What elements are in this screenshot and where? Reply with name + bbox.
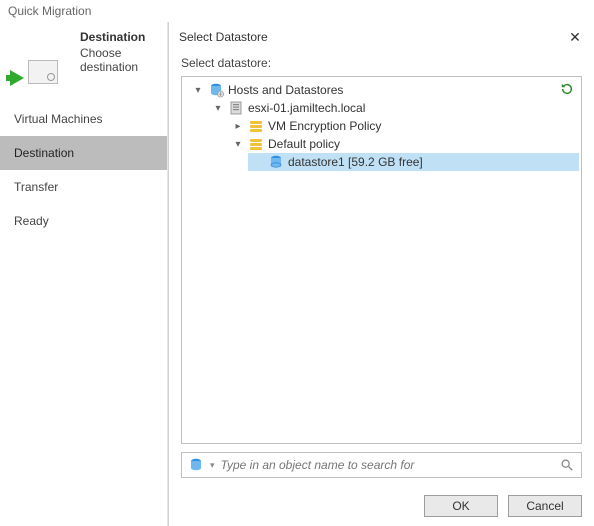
chevron-down-icon[interactable]: ▾ xyxy=(232,138,244,150)
dialog-content: Select datastore: ▾ Hosts and xyxy=(169,52,594,486)
destination-header: Destination Choose destination xyxy=(0,22,167,102)
tree-label: datastore1 [59.2 GB free] xyxy=(288,155,423,169)
tree-container: ▾ Hosts and Datastores ▾ xyxy=(181,76,582,444)
cancel-button[interactable]: Cancel xyxy=(508,495,582,517)
close-icon[interactable]: ✕ xyxy=(566,28,584,46)
tree-node-hosts-and-datastores[interactable]: ▾ Hosts and Datastores xyxy=(188,81,579,99)
policy-icon xyxy=(248,136,264,152)
search-bar: ▾ xyxy=(181,452,582,478)
search-input[interactable] xyxy=(221,458,553,472)
tree-node-host[interactable]: ▾ esxi-01.jamiltech.local xyxy=(208,99,579,117)
policy-icon xyxy=(248,118,264,134)
dialog-title-text: Select Datastore xyxy=(179,30,268,44)
datastore-tree: ▾ Hosts and Datastores ▾ xyxy=(184,81,579,171)
migration-icon xyxy=(14,56,64,88)
chevron-down-icon[interactable]: ▾ xyxy=(210,460,215,471)
step-virtual-machines[interactable]: Virtual Machines xyxy=(0,102,167,136)
host-icon xyxy=(228,100,244,116)
tree-label: Hosts and Datastores xyxy=(228,83,343,97)
wizard-title: Quick Migration xyxy=(0,0,594,22)
dialog-titlebar: Select Datastore ✕ xyxy=(169,22,594,52)
wizard-left-pane: Destination Choose destination Virtual M… xyxy=(0,22,168,526)
tree-label: VM Encryption Policy xyxy=(268,119,381,133)
destination-desc: Choose destination xyxy=(80,46,157,74)
tree-node-datastore1[interactable]: ▸ datastore1 [59.2 GB free] xyxy=(248,153,579,171)
dialog-buttons: OK Cancel xyxy=(169,486,594,526)
datastore-icon xyxy=(268,154,284,170)
refresh-icon[interactable] xyxy=(559,81,575,97)
destination-title: Destination xyxy=(80,30,157,44)
step-ready[interactable]: Ready xyxy=(0,204,167,238)
ok-button[interactable]: OK xyxy=(424,495,498,517)
chevron-right-icon[interactable]: ▸ xyxy=(232,120,244,132)
wizard-steps: Virtual Machines Destination Transfer Re… xyxy=(0,102,167,238)
chevron-down-icon[interactable]: ▾ xyxy=(192,84,204,96)
tree-label: Default policy xyxy=(268,137,340,151)
select-datastore-dialog: Select Datastore ✕ Select datastore: ▾ xyxy=(168,22,594,526)
tree-node-vm-encryption-policy[interactable]: ▸ VM Encryption Policy xyxy=(228,117,579,135)
tree-node-default-policy[interactable]: ▾ Default policy xyxy=(228,135,579,153)
step-destination[interactable]: Destination xyxy=(0,136,167,170)
select-datastore-label: Select datastore: xyxy=(181,52,582,76)
wizard-body: Destination Choose destination Virtual M… xyxy=(0,22,594,526)
datastore-icon xyxy=(188,457,204,473)
chevron-down-icon[interactable]: ▾ xyxy=(212,102,224,114)
search-icon[interactable] xyxy=(559,457,575,473)
tree-label: esxi-01.jamiltech.local xyxy=(248,101,365,115)
hosts-datastores-icon xyxy=(208,82,224,98)
step-transfer[interactable]: Transfer xyxy=(0,170,167,204)
